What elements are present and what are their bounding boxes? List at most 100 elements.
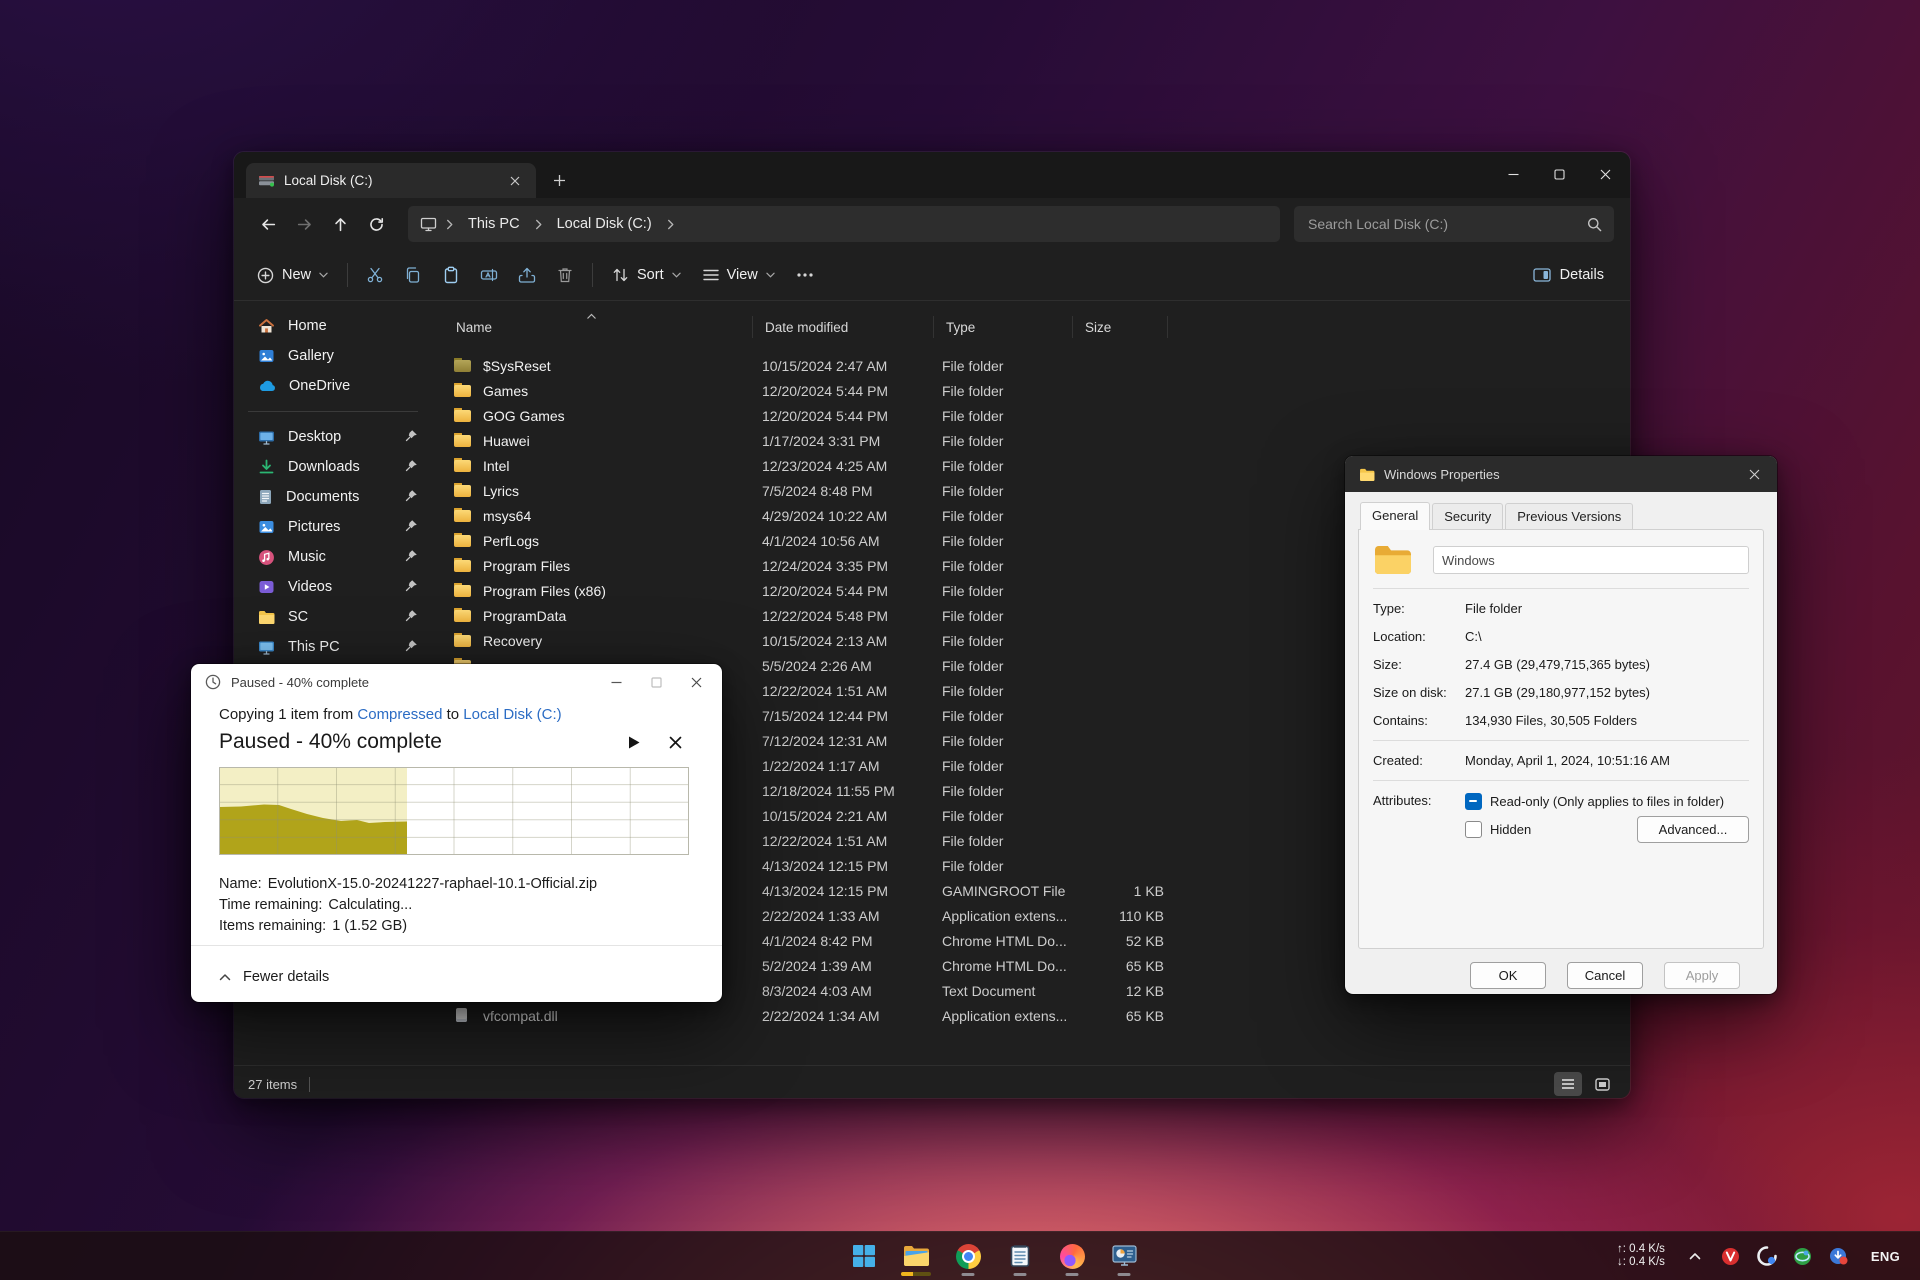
ok-button[interactable]: OK: [1470, 962, 1546, 989]
sidebar-item-music[interactable]: Music: [238, 542, 428, 572]
close-button[interactable]: [1582, 152, 1628, 196]
sort-button[interactable]: Sort: [601, 257, 692, 293]
new-tab-button[interactable]: [544, 165, 574, 195]
column-header-date-modified[interactable]: Date modified: [753, 316, 934, 338]
table-row[interactable]: $SysReset 10/15/2024 2:47 AM File folder: [444, 353, 1622, 378]
tab-local-disk-c[interactable]: Local Disk (C:): [246, 163, 536, 198]
cut-button[interactable]: [356, 257, 394, 293]
search-input[interactable]: [1306, 215, 1587, 233]
sidebar-item-onedrive[interactable]: OneDrive: [238, 371, 428, 401]
maximize-button[interactable]: [636, 667, 676, 697]
tab-previous-versions[interactable]: Previous Versions: [1505, 503, 1634, 531]
network-app-tray-icon[interactable]: [1793, 1246, 1813, 1266]
pin-icon[interactable]: [405, 639, 418, 656]
close-button[interactable]: [676, 667, 716, 697]
table-row[interactable]: vfcompat.dll 2/22/2024 1:34 AM Applicati…: [444, 1003, 1622, 1028]
share-button[interactable]: [508, 257, 546, 293]
notepad-taskbar-button[interactable]: [997, 1234, 1043, 1278]
running-indicator: [1117, 1273, 1131, 1276]
sidebar-item-videos[interactable]: Videos: [238, 572, 428, 602]
table-row[interactable]: Games 12/20/2024 5:44 PM File folder: [444, 378, 1622, 403]
more-options-button[interactable]: [786, 257, 824, 293]
breadcrumb-this-pc[interactable]: This PC: [462, 214, 526, 234]
file-explorer-icon: [903, 1246, 929, 1266]
column-header-name[interactable]: Name: [444, 313, 753, 338]
file-name: vfcompat.dll: [483, 1007, 558, 1024]
minimize-button[interactable]: [1490, 152, 1536, 196]
properties-title: Windows Properties: [1384, 466, 1500, 482]
pin-icon[interactable]: [405, 429, 418, 446]
firefox-taskbar-button[interactable]: [1049, 1234, 1095, 1278]
source-folder-link[interactable]: Compressed: [357, 706, 442, 723]
fewer-details-toggle[interactable]: Fewer details: [219, 969, 329, 985]
antivirus-tray-icon[interactable]: [1721, 1246, 1741, 1266]
refresh-button[interactable]: [358, 207, 394, 241]
tab-close-icon[interactable]: [504, 170, 526, 192]
minimize-button[interactable]: [596, 667, 636, 697]
up-button[interactable]: [322, 207, 358, 241]
rename-button[interactable]: [470, 257, 508, 293]
apply-button[interactable]: Apply: [1664, 962, 1740, 989]
onedrive-icon: [260, 380, 275, 391]
tab-general[interactable]: General: [1360, 502, 1431, 530]
search-box: [1294, 206, 1614, 242]
breadcrumb[interactable]: This PC Local Disk (C:): [408, 206, 1280, 242]
pin-icon[interactable]: [405, 609, 418, 626]
sidebar-item-home[interactable]: Home: [238, 311, 428, 341]
details-view-button[interactable]: [1554, 1072, 1582, 1096]
readonly-checkbox[interactable]: [1465, 793, 1482, 810]
pin-icon[interactable]: [405, 489, 418, 506]
sidebar-item-documents[interactable]: Documents: [238, 482, 428, 512]
pictures-icon: [259, 521, 274, 533]
copy-button[interactable]: [394, 257, 432, 293]
advanced-button[interactable]: Advanced...: [1637, 816, 1749, 843]
back-button[interactable]: [250, 207, 286, 241]
file-name-cell: GOG Games: [444, 407, 762, 424]
breadcrumb-local-disk-c[interactable]: Local Disk (C:): [551, 214, 658, 234]
property-value: 27.1 GB (29,180,977,152 bytes): [1465, 685, 1651, 700]
sidebar-item-pictures[interactable]: Pictures: [238, 512, 428, 542]
language-indicator[interactable]: ENG: [1865, 1249, 1906, 1264]
close-button[interactable]: [1732, 456, 1777, 492]
cancel-copy-button[interactable]: [669, 736, 682, 749]
assistant-tray-icon[interactable]: [1757, 1246, 1777, 1266]
pin-icon[interactable]: [405, 519, 418, 536]
pin-icon[interactable]: [405, 579, 418, 596]
file-explorer-taskbar-button[interactable]: [893, 1234, 939, 1278]
tab-security[interactable]: Security: [1432, 503, 1504, 531]
forward-button[interactable]: [286, 207, 322, 241]
sidebar-item-desktop[interactable]: Desktop: [238, 422, 428, 452]
destination-folder-link[interactable]: Local Disk (C:): [463, 706, 561, 723]
sidebar-item-this-pc[interactable]: This PC: [238, 632, 428, 662]
maximize-button[interactable]: [1536, 152, 1582, 196]
tray-chevron-button[interactable]: [1685, 1246, 1705, 1266]
chrome-taskbar-button[interactable]: [945, 1234, 991, 1278]
sidebar-item-sc[interactable]: SC: [238, 602, 428, 632]
delete-button[interactable]: [546, 257, 584, 293]
view-button[interactable]: View: [692, 257, 786, 293]
pin-icon[interactable]: [405, 549, 418, 566]
start-button[interactable]: [841, 1234, 887, 1278]
downloader-tray-icon[interactable]: [1829, 1246, 1849, 1266]
resume-button[interactable]: [627, 735, 641, 750]
hidden-checkbox[interactable]: [1465, 821, 1482, 838]
paste-button[interactable]: [432, 257, 470, 293]
column-header-type[interactable]: Type: [934, 316, 1073, 338]
column-header-size[interactable]: Size: [1073, 316, 1168, 338]
details-pane-button[interactable]: Details: [1523, 257, 1614, 293]
file-date-modified: 7/12/2024 12:31 AM: [762, 732, 888, 749]
file-type: Text Document: [942, 982, 1036, 999]
system-monitor-taskbar-button[interactable]: [1101, 1234, 1147, 1278]
pin-icon[interactable]: [405, 459, 418, 476]
column-headers: Name Date modified Type Size: [444, 309, 1622, 345]
cancel-button[interactable]: Cancel: [1567, 962, 1643, 989]
network-speed-indicator[interactable]: ↑: 0.4 K/s ↓: 0.4 K/s: [1617, 1243, 1665, 1269]
sidebar-item-downloads[interactable]: Downloads: [238, 452, 428, 482]
new-button[interactable]: New: [246, 257, 339, 293]
folder-name-field[interactable]: [1433, 546, 1749, 574]
sidebar-item-gallery[interactable]: Gallery: [238, 341, 428, 371]
table-row[interactable]: GOG Games 12/20/2024 5:44 PM File folder: [444, 403, 1622, 428]
thumbnails-view-button[interactable]: [1588, 1072, 1616, 1096]
table-row[interactable]: Huawei 1/17/2024 3:31 PM File folder: [444, 428, 1622, 453]
file-date-modified: 8/3/2024 4:03 AM: [762, 982, 872, 999]
